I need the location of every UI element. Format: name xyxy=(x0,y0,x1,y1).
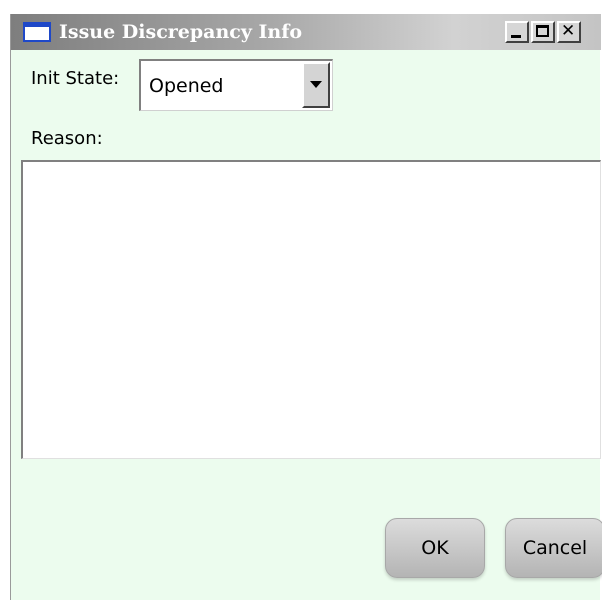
window-title: Issue Discrepancy Info xyxy=(59,21,303,43)
close-button[interactable]: ✕ xyxy=(557,21,581,43)
init-state-select[interactable]: Opened xyxy=(139,59,333,111)
dialog-window: Issue Discrepancy Info ✕ Init State: Ope… xyxy=(10,14,602,600)
reason-textarea[interactable] xyxy=(21,160,601,459)
title-bar[interactable]: Issue Discrepancy Info ✕ xyxy=(11,14,601,50)
maximize-icon xyxy=(536,25,549,37)
ok-button[interactable]: OK xyxy=(385,518,485,578)
init-state-label: Init State: xyxy=(31,68,120,89)
minimize-icon xyxy=(511,35,521,38)
minimize-button[interactable] xyxy=(505,21,529,43)
init-state-value: Opened xyxy=(149,75,224,97)
reason-label: Reason: xyxy=(31,128,103,149)
dropdown-arrow-icon xyxy=(310,81,322,88)
maximize-button[interactable] xyxy=(531,21,555,43)
cancel-button[interactable]: Cancel xyxy=(505,518,602,578)
close-icon: ✕ xyxy=(561,21,576,41)
app-window-icon xyxy=(23,22,51,42)
init-state-dropdown-button[interactable] xyxy=(302,62,330,108)
